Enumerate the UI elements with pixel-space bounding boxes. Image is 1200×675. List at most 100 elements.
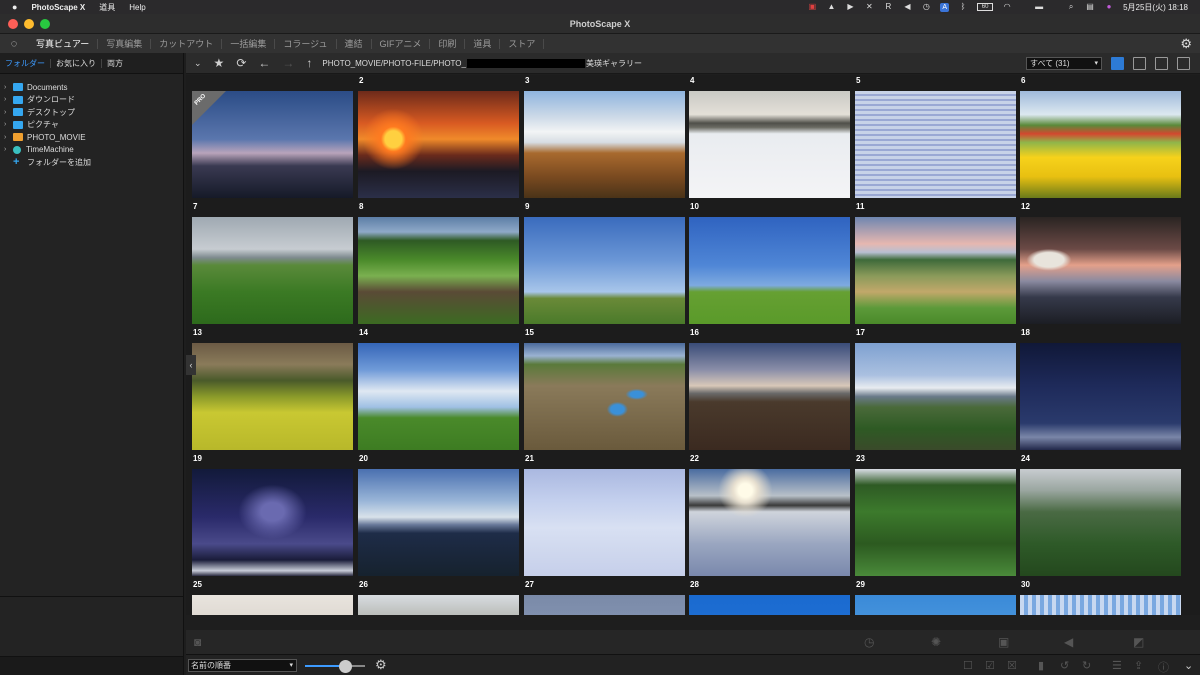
trash-icon[interactable]: ▮ (1038, 659, 1044, 672)
camera-icon[interactable]: ◙ (194, 635, 201, 649)
clock-history-icon[interactable]: ◷ (921, 3, 931, 11)
contrast-icon[interactable]: ◩ (1133, 635, 1144, 649)
menu-clock[interactable]: 5月25日(火) 18:18 (1123, 2, 1188, 13)
sort-order-select[interactable]: 名前の順番 ▾ (188, 659, 297, 672)
list-view-icon[interactable] (1133, 57, 1146, 70)
tree-item-documents[interactable]: › Documents (0, 81, 183, 94)
photoscape-logo-icon[interactable]: ◌ (0, 34, 28, 53)
thumbnail-settings-gear-icon[interactable]: ⚙ (375, 657, 387, 673)
tree-item-pictures[interactable]: › ピクチャ (0, 119, 183, 132)
siri-icon[interactable]: ● (1104, 3, 1114, 11)
photo-thumbnail[interactable]: 14 (358, 328, 519, 450)
photo-thumbnail[interactable]: 22 (689, 454, 850, 576)
menu-help[interactable]: Help (129, 3, 145, 12)
photo-thumbnail[interactable]: 2 (358, 76, 519, 198)
menu-app-name[interactable]: PhotoScape X (31, 3, 85, 12)
grid-view-icon[interactable] (1111, 57, 1124, 70)
photo-thumbnail[interactable]: 25 (192, 580, 353, 615)
photo-thumbnail[interactable]: 24 (1020, 454, 1181, 576)
select-all-icon[interactable]: ☑ (985, 659, 995, 672)
tab-store[interactable]: ストア (500, 38, 545, 49)
photo-thumbnail[interactable]: 20 (358, 454, 519, 576)
expand-arrow-icon[interactable]: › (4, 134, 13, 141)
control-center-icon[interactable]: ▤ (1085, 3, 1095, 11)
sidebar-tab-both[interactable]: 両方 (102, 59, 128, 68)
file-filter-select[interactable]: すべて (31) ▾ (1026, 57, 1102, 70)
slider-knob[interactable] (338, 660, 352, 673)
tab-gif-animation[interactable]: GIFアニメ (372, 38, 431, 49)
photo-thumbnail[interactable]: 23 (855, 454, 1016, 576)
photo-thumbnail[interactable]: 12 (1020, 202, 1181, 324)
photo-thumbnail[interactable]: 21 (524, 454, 685, 576)
fullscreen-window-button[interactable] (40, 19, 50, 29)
menu-tools[interactable]: 道具 (99, 2, 115, 13)
status-red-app-icon[interactable]: ▣ (807, 3, 817, 11)
photo-thumbnail[interactable]: 6 (1020, 76, 1181, 198)
tab-photo-viewer[interactable]: 写真ビュアー (28, 38, 99, 49)
search-icon[interactable]: ⌕ (1066, 3, 1076, 11)
tab-collage[interactable]: コラージュ (275, 38, 337, 49)
forward-arrow-icon[interactable]: → (282, 56, 294, 70)
minimize-window-button[interactable] (24, 19, 34, 29)
user-account-icon[interactable]: ▬ (1021, 3, 1057, 11)
sidebar-tab-favorites[interactable]: お気に入り (51, 58, 102, 68)
photo-thumbnail[interactable]: 8 (358, 202, 519, 324)
close-window-button[interactable] (8, 19, 18, 29)
photo-thumbnail[interactable]: 26 (358, 580, 519, 615)
photo-thumbnail[interactable]: 13 (192, 328, 353, 450)
info-icon[interactable]: ⓘ (1158, 659, 1169, 675)
bluetooth-icon[interactable]: ᛒ (958, 3, 968, 11)
expand-arrow-icon[interactable]: › (4, 146, 13, 153)
sidebar-tab-folders[interactable]: フォルダー (0, 58, 51, 68)
select-none-icon[interactable]: ☐ (963, 659, 973, 672)
photo-thumbnail[interactable]: 15 (524, 328, 685, 450)
expand-arrow-icon[interactable]: › (4, 109, 13, 116)
wifi-icon[interactable]: ◠ (1002, 3, 1012, 11)
photo-thumbnail[interactable]: PRO (192, 80, 353, 198)
photo-thumbnail[interactable]: 11 (855, 202, 1016, 324)
chevron-down-icon[interactable]: ⌄ (194, 58, 202, 69)
expand-arrow-icon[interactable]: › (4, 84, 13, 91)
photo-thumbnail[interactable]: 3 (524, 76, 685, 198)
star-icon[interactable]: ★ (214, 56, 225, 70)
apple-icon[interactable]: ● (12, 2, 17, 12)
fullscreen-icon[interactable] (1177, 57, 1190, 70)
deselect-icon[interactable]: ☒ (1007, 659, 1017, 672)
battery-icon[interactable]: 60 (977, 3, 994, 11)
chevron-down-icon[interactable]: ⌄ (1184, 659, 1193, 672)
photo-thumbnail[interactable]: 30 (1020, 580, 1181, 615)
photo-thumbnail[interactable]: 7 (192, 202, 353, 324)
photo-thumbnail[interactable]: 10 (689, 202, 850, 324)
film-icon[interactable]: ▣ (998, 635, 1009, 649)
back-arrow-icon[interactable]: ← (258, 56, 270, 70)
rw-icon[interactable]: R (883, 3, 893, 11)
refresh-icon[interactable]: ⟳ (236, 56, 246, 70)
photo-thumbnail[interactable]: 18 (1020, 328, 1181, 450)
photo-thumbnail[interactable]: 29 (855, 580, 1016, 615)
photo-thumbnail[interactable]: 5 (855, 76, 1016, 198)
tab-tools[interactable]: 道具 (465, 38, 501, 49)
tree-item-desktop[interactable]: › デスクトップ (0, 106, 183, 119)
expand-arrow-icon[interactable]: › (4, 96, 13, 103)
photo-thumbnail[interactable]: 17 (855, 328, 1016, 450)
photo-thumbnail[interactable]: 4 (689, 76, 850, 198)
single-view-icon[interactable] (1155, 57, 1168, 70)
share-icon[interactable]: ⇪ (1134, 659, 1143, 672)
photo-thumbnail[interactable]: 28 (689, 580, 850, 615)
photo-thumbnail[interactable]: 16 (689, 328, 850, 450)
tab-print[interactable]: 印刷 (430, 38, 466, 49)
settings-gear-icon[interactable]: ⚙ (1180, 36, 1192, 52)
collapse-sidebar-arrow-icon[interactable]: ‹ (186, 355, 196, 375)
rotate-right-icon[interactable]: ↻ (1082, 659, 1091, 672)
tree-item-timemachine[interactable]: › TimeMachine (0, 144, 183, 157)
mountain-icon[interactable]: ▲ (826, 3, 836, 11)
add-folder-button[interactable]: + フォルダーを追加 (0, 156, 183, 169)
photo-thumbnail[interactable]: 27 (524, 580, 685, 615)
aperture-icon[interactable]: ✺ (931, 635, 941, 649)
expand-arrow-icon[interactable]: › (4, 121, 13, 128)
tab-combine[interactable]: 連結 (337, 38, 372, 49)
play-icon[interactable]: ▶ (845, 3, 855, 11)
photo-thumbnail[interactable]: 9 (524, 202, 685, 324)
input-method-icon[interactable]: A (940, 2, 950, 12)
tree-item-downloads[interactable]: › ダウンロード (0, 94, 183, 107)
